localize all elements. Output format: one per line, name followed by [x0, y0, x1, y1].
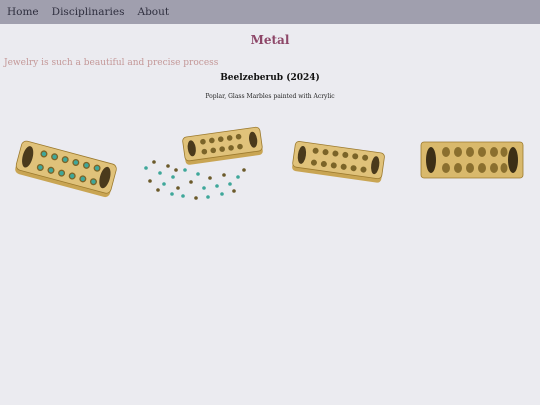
top-navbar: Home Disciplinaries About	[0, 0, 540, 24]
mancala-board-scattered-marbles-photo[interactable]	[138, 126, 266, 206]
mancala-board-side-photo[interactable]	[288, 134, 388, 194]
artwork-medium: Poplar, Glass Marbles painted with Acryl…	[205, 93, 335, 100]
nav-home-link[interactable]: Home	[7, 6, 39, 18]
nav-about-link[interactable]: About	[138, 6, 170, 18]
page-title: Metal	[250, 33, 290, 47]
mancala-board-front-photo[interactable]	[418, 138, 526, 182]
nav-disciplinaries-link[interactable]: Disciplinaries	[52, 6, 125, 18]
mancala-board-angled-photo[interactable]	[10, 132, 120, 212]
intro-text: Jewelry is such a beautiful and precise …	[4, 58, 219, 68]
artwork-title: Beelzeberub (2024)	[220, 73, 320, 83]
artwork-gallery	[0, 120, 540, 210]
